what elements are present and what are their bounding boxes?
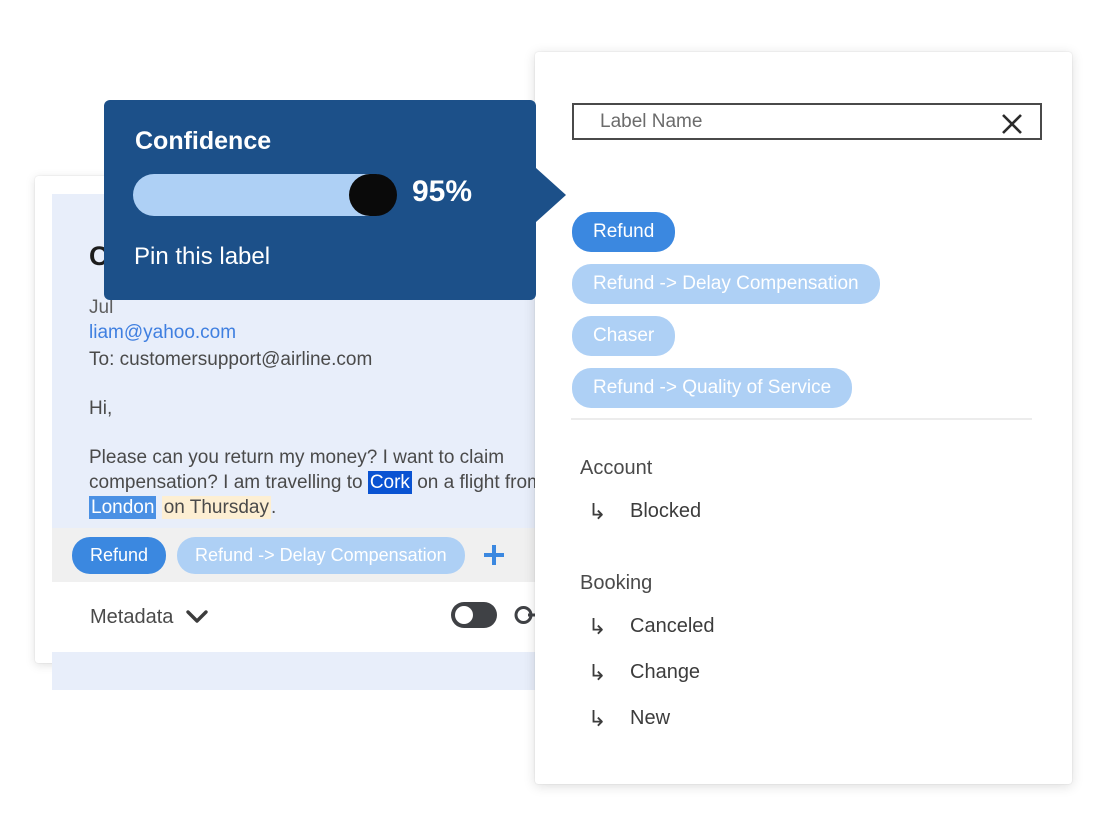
label-name-input[interactable] <box>598 110 982 134</box>
tooltip-pointer <box>536 168 566 222</box>
email-card-footer: Metadata <box>52 582 543 652</box>
entity-highlight-origin[interactable]: London <box>89 496 156 519</box>
email-greeting: Hi, <box>89 398 112 420</box>
email-to-address: To: customersupport@airline.com <box>89 349 372 371</box>
metadata-label[interactable]: Metadata <box>90 606 173 629</box>
label-chip-delay-compensation[interactable]: Refund -> Delay Compensation <box>572 264 880 304</box>
label-picker-panel: Refund Refund -> Delay Compensation Chas… <box>535 52 1072 784</box>
visibility-toggle[interactable] <box>451 602 497 628</box>
email-chip-refund[interactable]: Refund <box>72 537 166 574</box>
group-item-label: Change <box>630 661 700 684</box>
label-group-account: Account ↳ Blocked <box>580 457 1040 523</box>
email-date: Jul <box>89 297 113 319</box>
email-body-segment: . <box>271 497 276 518</box>
chevron-down-icon[interactable] <box>185 609 209 630</box>
group-item-new[interactable]: ↳ New <box>580 707 1040 730</box>
entity-highlight-date[interactable]: on Thursday <box>162 496 271 519</box>
subitem-arrow-icon: ↳ <box>588 708 630 730</box>
group-item-label: New <box>630 707 670 730</box>
label-chip-quality-of-service[interactable]: Refund -> Quality of Service <box>572 368 852 408</box>
group-spacer <box>580 546 1040 572</box>
label-chip-list: Refund Refund -> Delay Compensation Chas… <box>572 212 880 408</box>
group-item-label: Canceled <box>630 615 715 638</box>
entity-highlight-destination[interactable]: Cork <box>368 471 412 494</box>
subitem-arrow-icon: ↳ <box>588 501 630 523</box>
subitem-arrow-icon: ↳ <box>588 662 630 684</box>
confidence-value: 95% <box>412 175 472 209</box>
email-body-segment: on a flight from <box>412 472 543 493</box>
group-item-canceled[interactable]: ↳ Canceled <box>580 615 1040 638</box>
group-title-booking: Booking <box>580 572 1040 595</box>
group-title-account: Account <box>580 457 1040 480</box>
group-item-change[interactable]: ↳ Change <box>580 661 1040 684</box>
group-item-blocked[interactable]: ↳ Blocked <box>580 500 1040 523</box>
label-name-field[interactable] <box>572 103 1042 140</box>
email-label-chips-row: Refund Refund -> Delay Compensation <box>52 528 543 582</box>
email-from-address[interactable]: liam@yahoo.com <box>89 322 236 344</box>
label-groups: Account ↳ Blocked Booking ↳ Canceled ↳ C… <box>580 457 1040 753</box>
group-item-label: Blocked <box>630 500 701 523</box>
plus-icon <box>481 542 507 568</box>
email-body-text: Please can you return my money? I want t… <box>89 445 551 520</box>
confidence-slider-knob[interactable] <box>349 174 397 216</box>
panel-divider <box>571 418 1032 420</box>
confidence-tooltip: Confidence 95% Pin this label <box>104 100 536 300</box>
confidence-title: Confidence <box>135 127 271 156</box>
email-chip-delay-compensation[interactable]: Refund -> Delay Compensation <box>177 537 465 574</box>
subitem-arrow-icon: ↳ <box>588 616 630 638</box>
label-chip-refund[interactable]: Refund <box>572 212 675 252</box>
label-chip-chaser[interactable]: Chaser <box>572 316 675 356</box>
pin-this-label-action[interactable]: Pin this label <box>134 243 270 271</box>
toggle-knob <box>455 606 473 624</box>
label-group-booking: Booking ↳ Canceled ↳ Change ↳ New <box>580 572 1040 730</box>
email-body-segment <box>156 497 161 518</box>
close-icon[interactable] <box>998 110 1026 143</box>
add-label-button[interactable] <box>481 542 507 568</box>
